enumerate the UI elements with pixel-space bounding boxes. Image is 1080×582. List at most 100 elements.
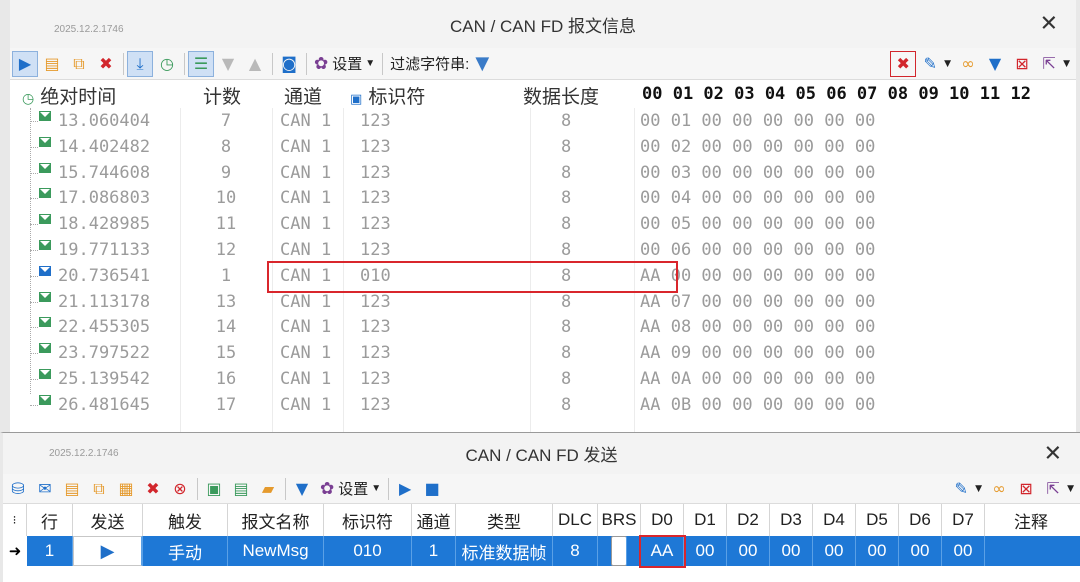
arrow-down-icon[interactable]: ▼ — [215, 51, 241, 77]
trace-row[interactable]: 19.771133 12 CAN 1 123 8 00 06 00 00 00 00 00… — [10, 237, 1076, 263]
trace-row[interactable]: 17.086803 10 CAN 1 123 8 00 04 00 00 00 00 00… — [10, 185, 1076, 211]
delete-icon[interactable]: ✖ — [140, 476, 166, 502]
tx-header-type[interactable]: 类型 — [456, 504, 553, 536]
caret-down-icon[interactable]: ▼ — [1063, 59, 1070, 69]
trace-window: 2025.12.2.1746 CAN / CAN FD 报文信息 ✕ ▶ ▤ ⧉… — [0, 0, 1080, 432]
cell-time: 13.060404 — [58, 111, 151, 131]
trace-close-icon[interactable]: ✕ — [1040, 12, 1058, 37]
header-dlc[interactable]: 数据长度 — [523, 82, 599, 109]
caret-down-icon[interactable]: ▼ — [1067, 484, 1074, 494]
link-icon[interactable]: ∞ — [986, 476, 1012, 502]
paste-icon[interactable]: ▦ — [113, 476, 139, 502]
trace-settings-menu[interactable]: ✿ 设置 ▼ — [310, 53, 379, 74]
tx-settings-menu[interactable]: ✿ 设置 ▼ — [316, 478, 385, 499]
load-icon[interactable]: ▤ — [228, 476, 254, 502]
caret-down-icon[interactable]: ▼ — [975, 484, 982, 494]
tx-cell-d1[interactable]: 00 — [684, 536, 727, 566]
tx-header-d2[interactable]: D2 — [727, 504, 770, 536]
tx-header-comment[interactable]: 注释 — [985, 504, 1077, 536]
tx-close-icon[interactable]: ✕ — [1044, 441, 1062, 466]
trace-row[interactable]: 26.481645 17 CAN 1 123 8 AA 0B 00 00 00 00 00… — [10, 392, 1076, 418]
tx-header-id[interactable]: 标识符 — [324, 504, 412, 536]
sort-icon[interactable]: ☰ — [188, 50, 214, 77]
camera-icon[interactable]: ◙ — [276, 51, 302, 77]
clear-icon[interactable]: ✖ — [93, 51, 119, 77]
tx-header-d4[interactable]: D4 — [813, 504, 856, 536]
export-icon[interactable]: ⇱ — [1036, 51, 1062, 77]
tx-header-d7[interactable]: D7 — [942, 504, 985, 536]
wrench-icon[interactable]: ✎ — [948, 476, 974, 502]
tx-cell-d7[interactable]: 00 — [942, 536, 985, 566]
filter-icon[interactable]: ▼ — [982, 51, 1008, 77]
trace-row[interactable]: 23.797522 15 CAN 1 123 8 AA 09 00 00 00 00 00… — [10, 340, 1076, 366]
trace-row[interactable]: 20.736541 1 CAN 1 010 8 AA 00 00 00 00 00 00 … — [10, 263, 1076, 289]
tx-header-d0[interactable]: D0 — [641, 504, 684, 536]
tx-header-d5[interactable]: D5 — [856, 504, 899, 536]
tx-header-brs[interactable]: BRS — [598, 504, 641, 536]
trace-row[interactable]: 21.113178 13 CAN 1 123 8 AA 07 00 00 00 00 00… — [10, 289, 1076, 315]
tx-cell-send[interactable]: ▶ — [73, 536, 143, 566]
delete-all-icon[interactable]: ⊗ — [167, 476, 193, 502]
tx-cell-d4[interactable]: 00 — [813, 536, 856, 566]
cell-channel: CAN 1 — [280, 394, 332, 415]
tx-header-trigger[interactable]: 触发 — [143, 504, 228, 536]
remove-filter-icon[interactable]: ✖ — [890, 50, 917, 77]
tx-cell-channel[interactable]: 1 — [412, 536, 456, 566]
tx-cell-comment[interactable] — [985, 536, 1077, 566]
tx-cell-brs[interactable] — [598, 536, 641, 566]
tx-header-d3[interactable]: D3 — [770, 504, 813, 536]
wrench-icon[interactable]: ✎ — [917, 51, 943, 77]
save-icon[interactable]: ▤ — [59, 476, 85, 502]
save-file-icon[interactable]: ▣ — [201, 476, 227, 502]
tx-cell-type[interactable]: 标准数据帧 — [456, 536, 553, 566]
tx-cell-d3[interactable]: 00 — [770, 536, 813, 566]
clock-icon[interactable]: ◷ — [154, 51, 180, 77]
tx-header-d1[interactable]: D1 — [684, 504, 727, 536]
tx-header-row[interactable]: 行 — [27, 504, 73, 536]
clear-filter-icon[interactable]: ⊠ — [1013, 476, 1039, 502]
tx-cell-dlc[interactable]: 8 — [553, 536, 598, 566]
tx-cell-name[interactable]: NewMsg — [228, 536, 324, 566]
tx-cell-d6[interactable]: 00 — [899, 536, 942, 566]
database-icon[interactable]: ⛁ — [5, 476, 31, 502]
open-folder-icon[interactable]: ▰ — [255, 476, 281, 502]
tx-header-channel[interactable]: 通道 — [412, 504, 456, 536]
trace-row[interactable]: 22.455305 14 CAN 1 123 8 AA 08 00 00 00 00 00… — [10, 314, 1076, 340]
header-time[interactable]: ◷ 绝对时间 — [22, 82, 116, 109]
send-play-button[interactable]: ▶ — [73, 536, 142, 566]
trace-row[interactable]: 14.402482 8 CAN 1 123 8 00 02 00 00 00 00 00 … — [10, 134, 1076, 160]
trace-row[interactable]: 13.060404 7 CAN 1 123 8 00 01 00 00 00 00 00 … — [10, 108, 1076, 134]
tx-header-dlc[interactable]: DLC — [553, 504, 598, 536]
copy-icon[interactable]: ⧉ — [86, 476, 112, 502]
trace-row[interactable]: 25.139542 16 CAN 1 123 8 AA 0A 00 00 00 00 00… — [10, 366, 1076, 392]
tx-header-send[interactable]: 发送 — [73, 504, 143, 536]
tx-message-row[interactable]: ➜ 1 ▶ 手动 NewMsg 010 1 标准数据帧 8 AA 00 00 0… — [3, 536, 1080, 566]
trace-row[interactable]: 15.744608 9 CAN 1 123 8 00 03 00 00 00 00 00 … — [10, 160, 1076, 186]
filter-funnel-icon[interactable]: ▼ — [475, 53, 489, 74]
caret-down-icon[interactable]: ▼ — [944, 59, 951, 69]
export-icon[interactable]: ⇱ — [1040, 476, 1066, 502]
link-icon[interactable]: ∞ — [955, 51, 981, 77]
tx-cell-trigger[interactable]: 手动 — [143, 536, 228, 566]
tx-cell-d2[interactable]: 00 — [727, 536, 770, 566]
stop-icon[interactable]: ■ — [419, 476, 445, 502]
tx-cell-d0[interactable]: AA — [641, 536, 684, 566]
trace-row[interactable]: 18.428985 11 CAN 1 123 8 00 05 00 00 00 00 00… — [10, 211, 1076, 237]
scroll-down-icon[interactable]: ⤓ — [127, 50, 153, 77]
brs-checkbox[interactable] — [611, 536, 627, 566]
copy-icon[interactable]: ⧉ — [66, 51, 92, 77]
add-message-icon[interactable]: ✉ — [32, 476, 58, 502]
tx-header-name[interactable]: 报文名称 — [228, 504, 324, 536]
save-icon[interactable]: ▤ — [39, 51, 65, 77]
header-count[interactable]: 计数 — [203, 82, 241, 109]
tx-header-d6[interactable]: D6 — [899, 504, 942, 536]
tx-cell-d5[interactable]: 00 — [856, 536, 899, 566]
arrow-up-icon[interactable]: ▲ — [242, 51, 268, 77]
start-send-icon[interactable]: ▶ — [392, 476, 418, 502]
header-id[interactable]: ▣ 标识符 — [350, 82, 425, 109]
tx-cell-id[interactable]: 010 — [324, 536, 412, 566]
filter-icon[interactable]: ▼ — [289, 476, 315, 502]
start-icon[interactable]: ▶ — [12, 50, 38, 77]
clear-filter-icon[interactable]: ⊠ — [1009, 51, 1035, 77]
header-channel[interactable]: 通道 — [284, 82, 322, 109]
